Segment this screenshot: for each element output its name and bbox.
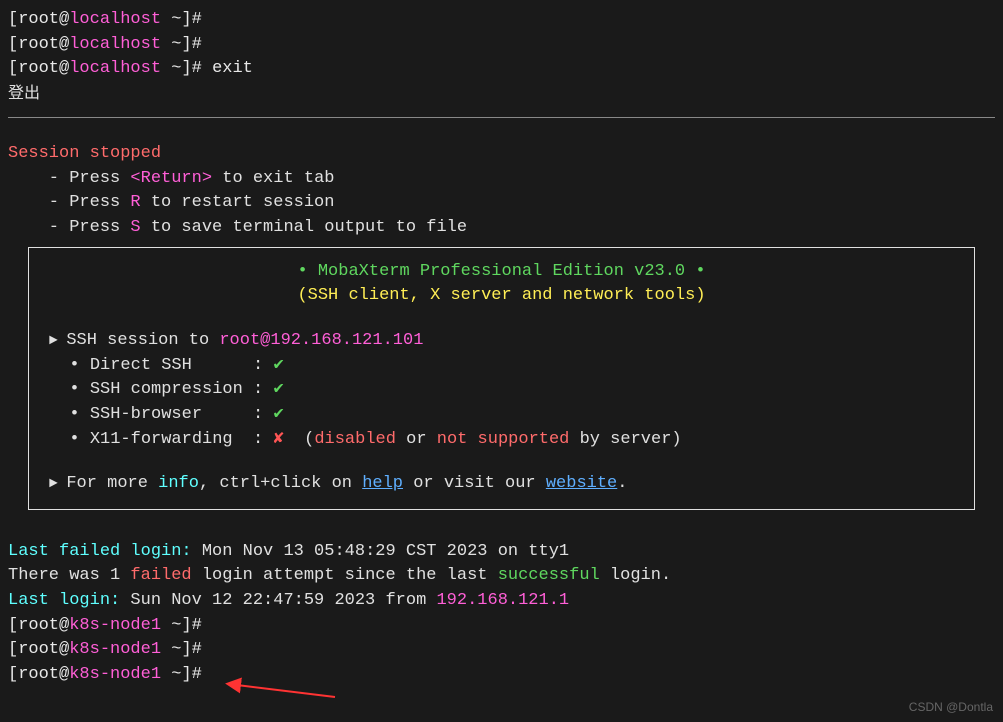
prompt-line-exit: [root@localhost ~]# exit (8, 57, 995, 82)
ssh-browser: SSH-browser : ✔ (49, 403, 954, 428)
box-title: • MobaXterm Professional Edition v23.0 • (49, 260, 954, 285)
instruction-restart: - Press R to restart session (8, 191, 995, 216)
last-login: Last login: Sun Nov 12 22:47:59 2023 fro… (8, 589, 995, 614)
mobaxterm-info-box: • MobaXterm Professional Edition v23.0 •… (28, 247, 975, 510)
x11-forwarding: X11-forwarding : ✘ (disabled or not supp… (49, 428, 954, 453)
session-stopped-label: Session stopped (8, 142, 995, 167)
instruction-return: - Press <Return> to exit tab (8, 167, 995, 192)
horizontal-rule (8, 117, 995, 118)
prompt-line-k8s: [root@k8s-node1 ~]# (8, 614, 995, 639)
check-icon: ✔ (273, 380, 283, 399)
website-link[interactable]: website (546, 474, 617, 493)
failed-attempt: There was 1 failed login attempt since t… (8, 564, 995, 589)
check-icon: ✔ (273, 405, 283, 424)
instruction-save: - Press S to save terminal output to fil… (8, 216, 995, 241)
logout-text: 登出 (8, 82, 995, 105)
check-icon: ✔ (273, 356, 283, 375)
cross-icon: ✘ (273, 430, 283, 449)
last-failed-login: Last failed login: Mon Nov 13 05:48:29 C… (8, 540, 995, 565)
prompt-line-k8s: [root@k8s-node1 ~]# (8, 663, 995, 688)
watermark: CSDN @Dontla (909, 699, 993, 716)
help-link[interactable]: help (362, 474, 403, 493)
box-subtitle: (SSH client, X server and network tools) (49, 284, 954, 309)
more-info-line: For more info, ctrl+click on help or vis… (49, 472, 954, 497)
prompt-line: [root@localhost ~]# (8, 8, 995, 33)
ssh-session-line: SSH session to root@192.168.121.101 (49, 329, 954, 354)
ssh-direct: Direct SSH : ✔ (49, 354, 954, 379)
prompt-line-k8s: [root@k8s-node1 ~]# (8, 638, 995, 663)
prompt-line: [root@localhost ~]# (8, 33, 995, 58)
ssh-compression: SSH compression : ✔ (49, 378, 954, 403)
terminal-output[interactable]: [root@localhost ~]# [root@localhost ~]# … (8, 8, 995, 688)
